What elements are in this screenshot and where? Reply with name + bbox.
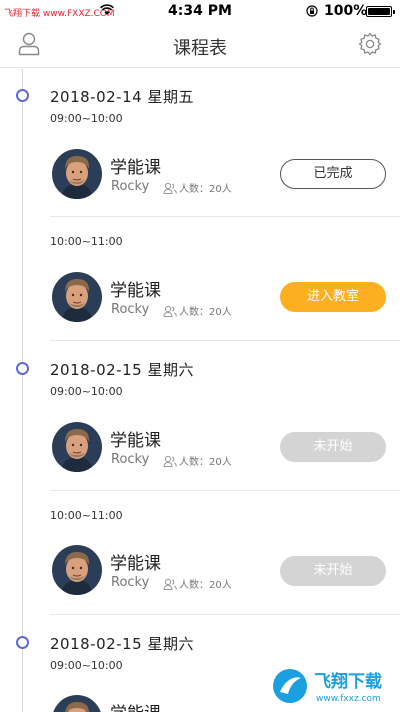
slot-time: 09:00~10:00	[50, 659, 123, 672]
avatar	[52, 422, 102, 472]
site-logo: 飞翔下载 www.fxxz.com	[270, 664, 394, 708]
people-icon	[163, 182, 177, 194]
completed-button[interactable]: 已完成	[280, 159, 386, 189]
battery-fill	[368, 8, 390, 15]
battery-icon	[366, 6, 395, 17]
timeline-line	[22, 69, 23, 712]
teacher-name: Rocky	[111, 452, 150, 467]
day-title: 2018-02-15 星期六	[50, 361, 194, 379]
course-name: 学能课	[110, 699, 161, 712]
day-title: 2018-02-14 星期五	[50, 88, 194, 106]
nav-bar: 课程表	[0, 22, 400, 68]
slot-time: 09:00~10:00	[50, 112, 123, 125]
student-count: 人数：20人	[163, 180, 232, 195]
avatar	[52, 272, 102, 322]
avatar-portrait	[52, 695, 102, 712]
student-count: 人数：20人	[163, 453, 232, 468]
course-name: 学能课	[110, 158, 161, 178]
slot-time: 09:00~10:00	[50, 385, 123, 398]
not-started-button[interactable]: 未开始	[280, 432, 386, 462]
avatar	[52, 695, 102, 712]
teacher-name: Rocky	[111, 179, 150, 194]
people-icon	[163, 455, 177, 467]
student-count-text: 人数：20人	[179, 184, 232, 195]
not-started-button[interactable]: 未开始	[280, 556, 386, 586]
rotation-lock-icon	[306, 5, 318, 17]
avatar	[52, 149, 102, 199]
student-count-text: 人数：20人	[179, 307, 232, 318]
schedule-timeline[interactable]: 2018-02-14 星期五 09:00~10:00 学能课 Rocky 人数：…	[0, 69, 400, 712]
teacher-name: Rocky	[111, 302, 150, 317]
people-icon	[163, 578, 177, 590]
avatar	[52, 545, 102, 595]
student-count: 人数：20人	[163, 303, 232, 318]
divider	[50, 614, 400, 615]
people-icon	[163, 305, 177, 317]
logo-title: 飞翔下载	[314, 671, 382, 692]
timeline-dot	[16, 362, 29, 375]
page-title: 课程表	[173, 38, 227, 59]
divider	[50, 490, 400, 491]
course-name: 学能课	[110, 431, 161, 451]
gear-icon[interactable]	[358, 32, 382, 56]
divider	[50, 216, 400, 217]
avatar-portrait	[52, 545, 102, 595]
day-title: 2018-02-15 星期六	[50, 635, 194, 653]
course-name: 学能课	[110, 554, 161, 574]
avatar-portrait	[52, 149, 102, 199]
timeline-dot	[16, 636, 29, 649]
timeline-dot	[16, 89, 29, 102]
teacher-name: Rocky	[111, 575, 150, 590]
avatar-portrait	[52, 422, 102, 472]
avatar-portrait	[52, 272, 102, 322]
battery-percent: 100%	[324, 3, 368, 19]
course-name: 学能课	[110, 281, 161, 301]
student-count-text: 人数：20人	[179, 580, 232, 591]
slot-time: 10:00~11:00	[50, 235, 123, 248]
student-count-text: 人数：20人	[179, 457, 232, 468]
slot-time: 10:00~11:00	[50, 509, 123, 522]
divider	[50, 340, 400, 341]
logo-url: www.fxxz.com	[316, 694, 381, 704]
student-count: 人数：20人	[163, 576, 232, 591]
status-bar: 飞翔下载 www.FXXZ.COM 4:34 PM 100%	[0, 0, 400, 22]
enter-classroom-button[interactable]: 进入教室	[280, 282, 386, 312]
